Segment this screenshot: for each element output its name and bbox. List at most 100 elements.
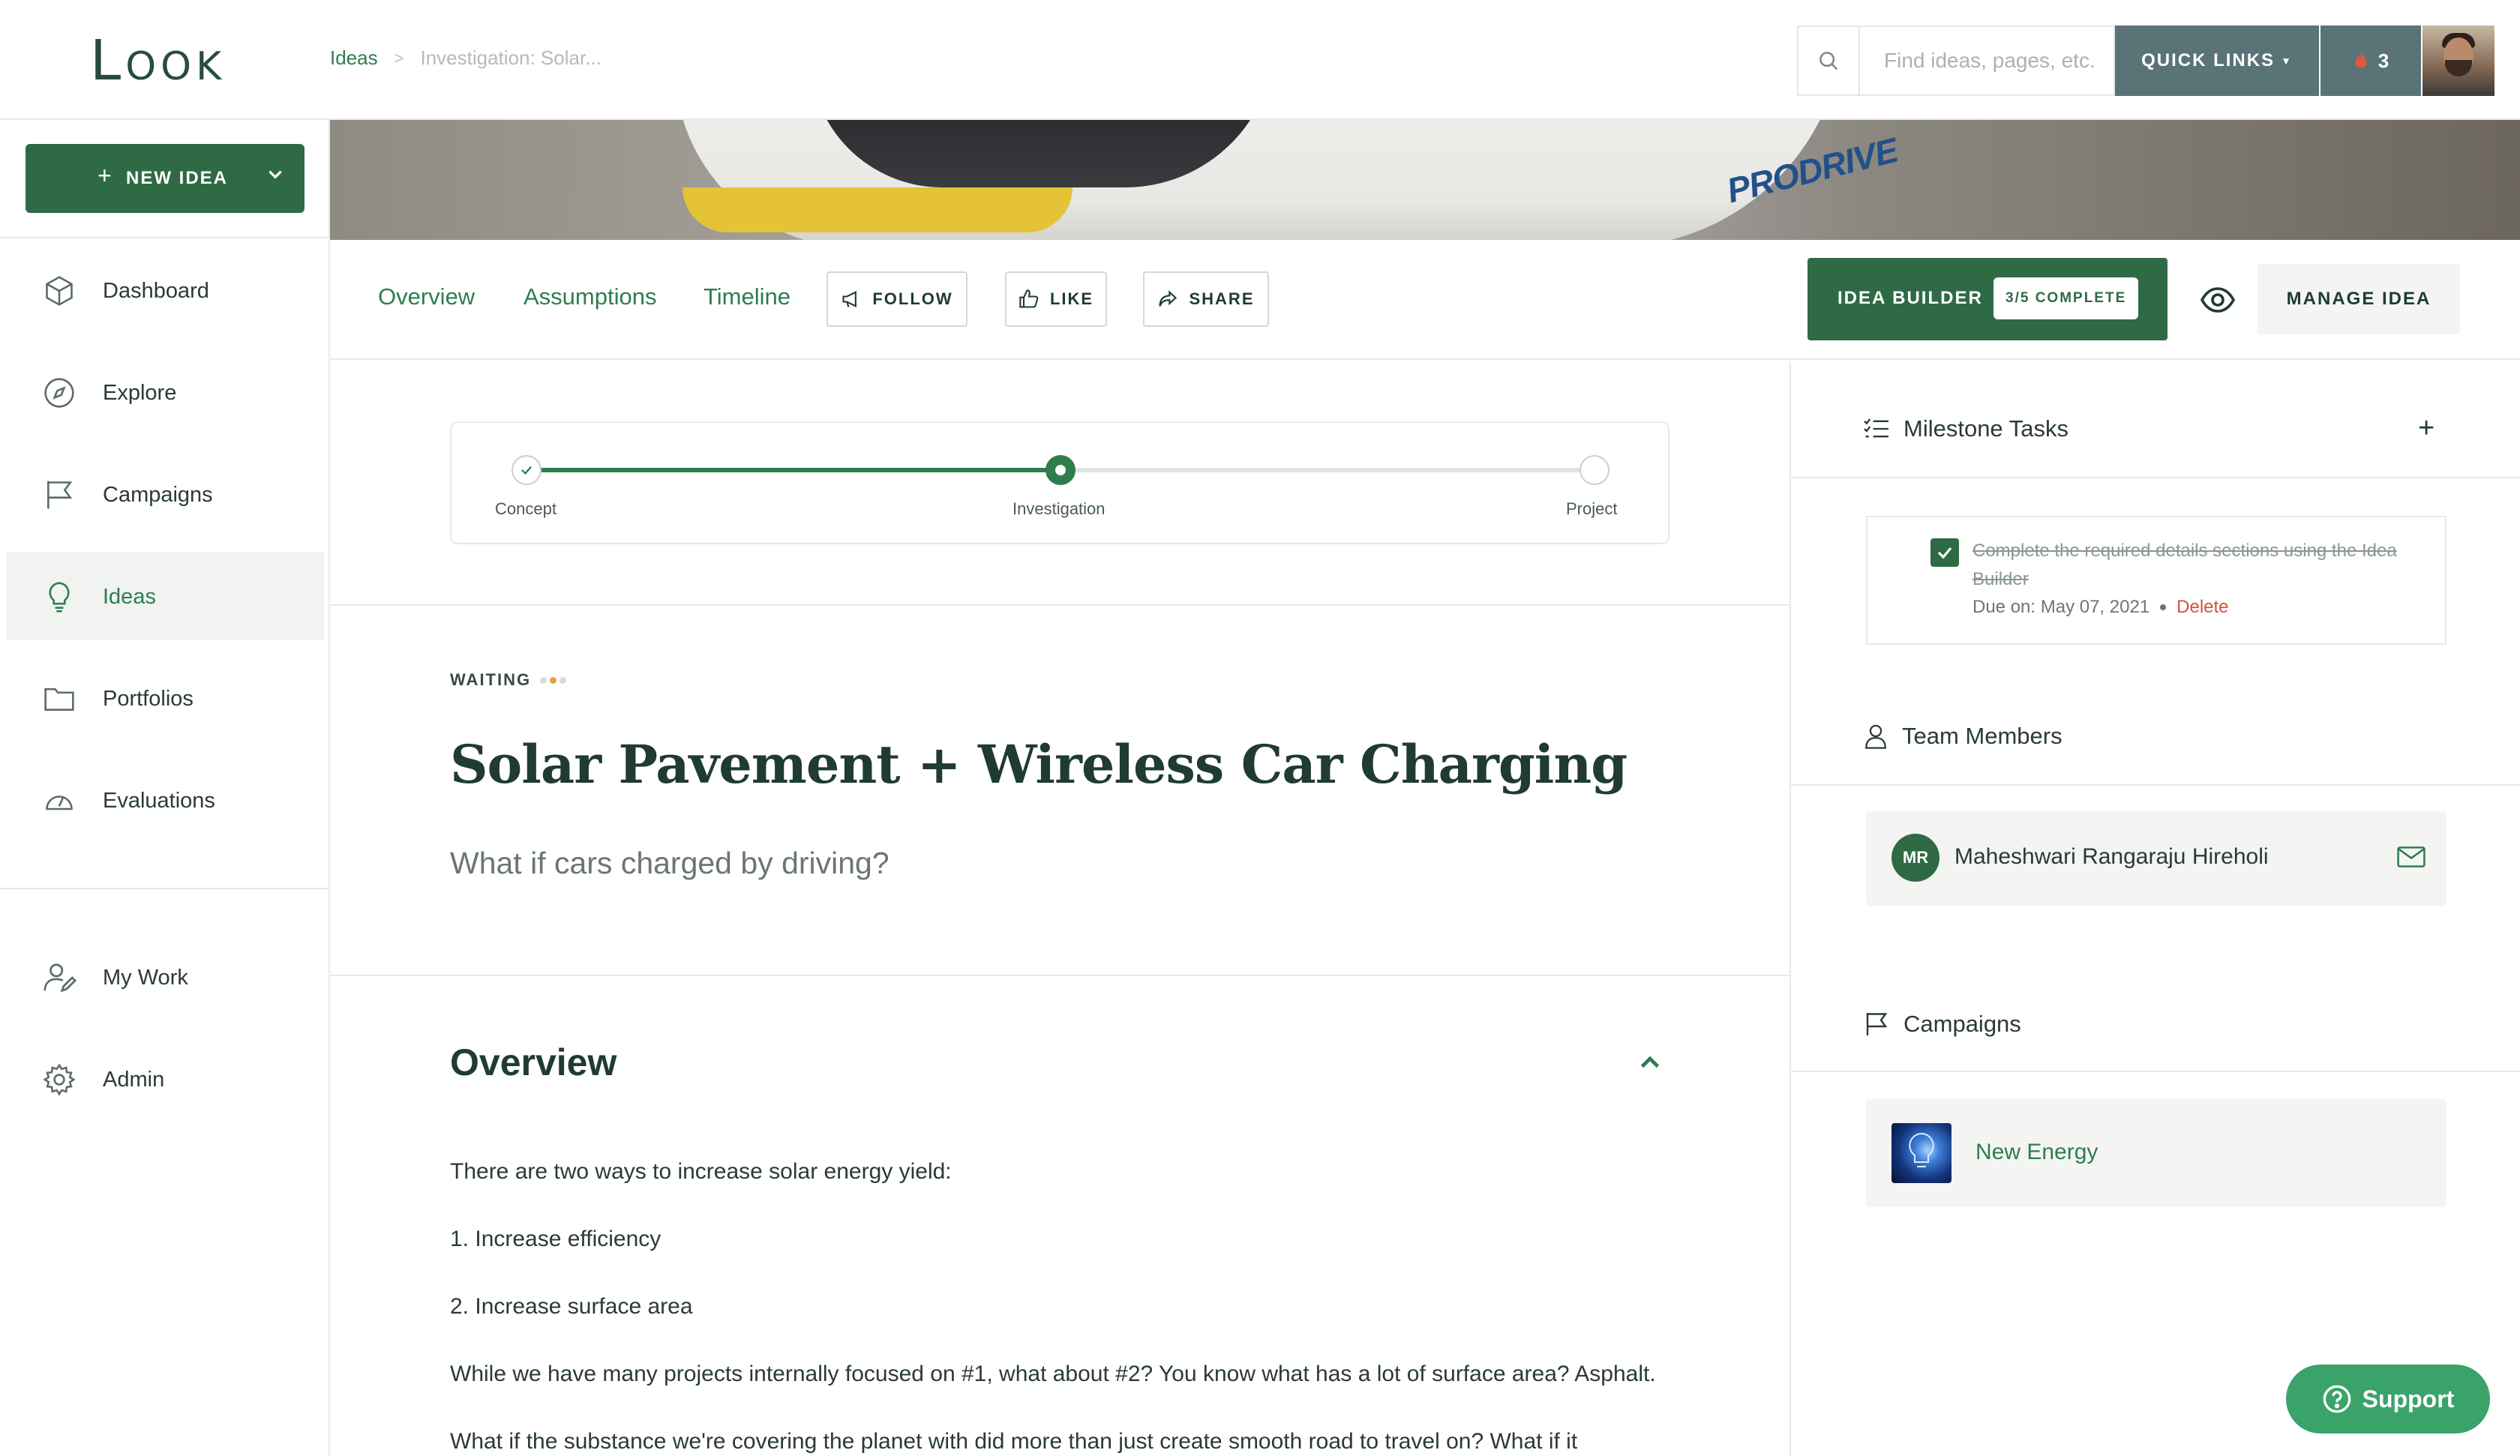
stage-track-fill <box>526 468 1060 472</box>
idea-builder-button[interactable]: IDEA BUILDER 3/5 COMPLETE <box>1808 258 2168 340</box>
status-label: WAITING <box>450 670 532 689</box>
person-icon <box>1865 724 1886 749</box>
campaigns-heading: Campaigns <box>1863 1011 2021 1038</box>
follow-button[interactable]: FOLLOW <box>826 271 968 327</box>
thumbs-up-icon <box>1019 289 1039 308</box>
user-edit-icon <box>42 960 76 995</box>
app-logo[interactable]: Look <box>90 28 226 93</box>
avatar[interactable]: MR <box>1892 834 1940 882</box>
team-member-name[interactable]: Maheshwari Rangaraju Hireholi <box>1954 844 2269 870</box>
sidebar-item-campaigns[interactable]: Campaigns <box>6 450 324 538</box>
megaphone-icon <box>842 290 857 308</box>
search-icon[interactable] <box>1798 27 1860 94</box>
check-icon <box>1937 547 1952 559</box>
like-button[interactable]: LIKE <box>1005 271 1107 327</box>
compass-icon <box>42 376 76 410</box>
tab-overview[interactable]: Overview <box>378 283 475 310</box>
sidebar-item-my-work[interactable]: My Work <box>6 933 324 1021</box>
envelope-icon[interactable] <box>2397 846 2426 868</box>
overview-paragraph: What if the substance we're covering the… <box>450 1429 1578 1454</box>
status-badge: WAITING <box>450 670 567 690</box>
overview-paragraph: 1. Increase efficiency <box>450 1227 662 1251</box>
overview-heading: Overview <box>450 1041 617 1083</box>
lightbulb-icon <box>42 580 76 614</box>
like-label: LIKE <box>1049 289 1094 308</box>
chevron-down-icon[interactable] <box>266 165 285 190</box>
search-input[interactable] <box>1862 27 2114 94</box>
user-avatar[interactable] <box>2422 25 2494 96</box>
tab-timeline[interactable]: Timeline <box>704 283 790 310</box>
divider <box>0 888 330 889</box>
team-members-title: Team Members <box>1902 723 2062 749</box>
sidebar-item-ideas[interactable]: Ideas <box>6 552 324 640</box>
sidebar-item-label: Admin <box>103 1068 165 1092</box>
task-due: Due on: May 07, 2021 Delete <box>1972 597 2229 618</box>
stage-label-project: Project <box>1566 499 1618 518</box>
milestone-tasks-title: Milestone Tasks <box>1904 415 2068 442</box>
sidebar-item-dashboard[interactable]: Dashboard <box>6 246 324 334</box>
sidebar-item-label: Evaluations <box>103 789 215 813</box>
overview-paragraph: While we have many projects internally f… <box>450 1362 1656 1386</box>
task-delete-link[interactable]: Delete <box>2176 597 2228 618</box>
status-dots <box>540 676 567 684</box>
milestone-tasks-heading: Milestone Tasks <box>1863 415 2068 442</box>
sidebar-item-label: Campaigns <box>103 483 213 507</box>
milestone-task-card: Complete the required details sections u… <box>1866 516 2446 645</box>
divider <box>0 237 330 238</box>
gear-icon <box>42 1062 76 1097</box>
notification-count: 3 <box>2378 49 2390 72</box>
idea-main-content: Concept Investigation Project WAITING So… <box>330 361 1790 1456</box>
sidebar-item-evaluations[interactable]: Evaluations <box>6 756 324 844</box>
page-subtitle: What if cars charged by driving? <box>450 846 890 880</box>
help-circle-icon <box>2323 1385 2351 1413</box>
sidebar-item-admin[interactable]: Admin <box>6 1035 324 1123</box>
tab-assumptions[interactable]: Assumptions <box>524 283 656 310</box>
quick-links-dropdown[interactable]: QUICK LINKS ▼ <box>2115 25 2319 96</box>
check-icon <box>521 466 532 475</box>
divider <box>1791 477 2520 478</box>
campaign-thumbnail <box>1892 1123 1952 1183</box>
breadcrumb-current: Investigation: Solar... <box>420 46 602 69</box>
new-idea-button[interactable]: + NEW IDEA <box>26 144 304 213</box>
flame-icon <box>2355 52 2367 68</box>
page-title: Solar Pavement + Wireless Car Charging <box>450 733 1628 795</box>
stage-label-investigation: Investigation <box>1012 499 1106 518</box>
flag-icon <box>1866 1013 1888 1035</box>
breadcrumb: Ideas > Investigation: Solar... <box>330 46 602 70</box>
chevron-up-icon[interactable] <box>1636 1050 1664 1077</box>
chevron-down-icon: ▼ <box>2281 55 2293 67</box>
sidebar-item-portfolios[interactable]: Portfolios <box>6 654 324 742</box>
idea-banner-image: PRODRIVE <box>330 120 2520 240</box>
sidebar: + NEW IDEA Dashboard Explore Campaigns I… <box>0 120 330 1456</box>
divider <box>1791 784 2520 786</box>
campaign-card[interactable]: New Energy <box>1866 1099 2446 1207</box>
stage-dot-project[interactable] <box>1580 455 1610 485</box>
notifications-button[interactable]: 3 <box>2320 25 2421 96</box>
sidebar-item-label: My Work <box>103 966 188 990</box>
sidebar-item-explore[interactable]: Explore <box>6 348 324 436</box>
sidebar-item-label: Dashboard <box>103 279 209 303</box>
share-label: SHARE <box>1189 289 1255 308</box>
stage-dot-concept[interactable] <box>512 455 542 485</box>
task-checkbox[interactable] <box>1930 538 1959 567</box>
sidebar-item-label: Portfolios <box>103 687 194 711</box>
eye-icon[interactable] <box>2200 282 2236 318</box>
search-box <box>1797 25 2115 96</box>
campaign-name-link[interactable]: New Energy <box>1976 1140 2098 1165</box>
gauge-icon <box>42 783 76 818</box>
divider <box>330 975 1790 976</box>
checklist-icon <box>1864 418 1888 438</box>
share-button[interactable]: SHARE <box>1143 271 1269 327</box>
add-task-button[interactable]: + <box>2418 412 2434 445</box>
team-member-card: MR Maheshwari Rangaraju Hireholi <box>1866 811 2446 906</box>
idea-side-panel: Milestone Tasks + Complete the required … <box>1790 361 2520 1456</box>
breadcrumb-ideas-link[interactable]: Ideas <box>330 46 378 70</box>
top-header: Look Ideas > Investigation: Solar... QUI… <box>0 0 2520 120</box>
task-text: Complete the required details sections u… <box>1972 541 2397 589</box>
support-button[interactable]: Support <box>2286 1365 2490 1434</box>
stage-dot-investigation[interactable] <box>1046 455 1076 485</box>
idea-builder-progress-badge: 3/5 COMPLETE <box>1994 277 2139 319</box>
manage-idea-button[interactable]: MANAGE IDEA <box>2258 264 2460 334</box>
support-label: Support <box>2362 1385 2455 1413</box>
cube-icon <box>42 274 76 308</box>
